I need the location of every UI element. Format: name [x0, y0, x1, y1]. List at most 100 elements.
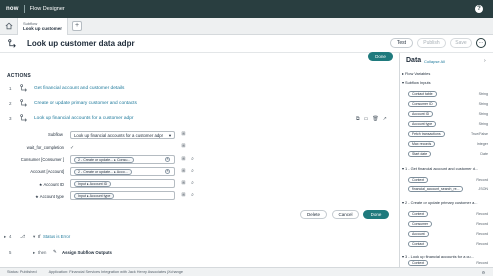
then-keyword: then — [38, 250, 47, 255]
done-button[interactable]: Done — [363, 210, 389, 219]
data-pill[interactable]: Account — [408, 231, 429, 237]
search-icon[interactable]: ⌕ — [189, 180, 196, 187]
action-toolbar: ⧉ ▭ 🗑 ↗ — [356, 116, 387, 122]
application-scope: Application: Financial Services Integrat… — [48, 270, 183, 274]
collapse-icon[interactable]: ▸ — [33, 250, 35, 256]
subflow-icon — [20, 99, 27, 107]
subflow-select-value: Look up financial accounts for a custome… — [74, 133, 164, 138]
search-icon[interactable]: ⌕ — [189, 168, 196, 175]
account-type-field[interactable]: Input ▸ Account type — [70, 191, 175, 200]
more-options-button[interactable]: ... — [476, 38, 486, 48]
step-2-section[interactable]: ▾ 2 - Create or update primary customer … — [402, 200, 477, 205]
data-pill[interactable]: Consumer — [408, 221, 433, 227]
subflow-inputs-section[interactable]: ▾ Subflow Inputs — [402, 80, 431, 85]
comment-icon[interactable]: ▭ — [364, 116, 369, 122]
if-condition-link[interactable]: Status is Error — [43, 234, 70, 239]
open-icon[interactable]: ↗ — [383, 116, 387, 122]
collapse-all-link[interactable]: Collapse All — [424, 59, 445, 64]
remove-pill-icon[interactable]: × — [165, 157, 170, 162]
subflow-icon — [20, 114, 27, 122]
expand-icon[interactable]: ▾ — [33, 234, 35, 240]
action-link[interactable]: Create or update primary customer and co… — [34, 101, 137, 106]
add-tab-button[interactable]: + — [72, 21, 82, 31]
publish-button[interactable]: Publish — [417, 38, 446, 48]
search-icon[interactable]: ⌕ — [189, 156, 196, 163]
checkmark-icon[interactable]: ✓ — [70, 145, 74, 151]
status-bar: Status: Published Application: Financial… — [0, 267, 493, 276]
data-type: String — [478, 102, 488, 106]
top-bar: now Flow Designer ? — [0, 0, 493, 18]
data-pill[interactable]: Context — [408, 177, 429, 183]
data-pill[interactable]: Context — [408, 211, 429, 217]
page-title: Look up customer data adpr — [27, 39, 135, 48]
flow-logic-row[interactable]: ▸ 4 ⎇ ▾ If Status is Error — [0, 233, 398, 243]
step-1-section[interactable]: ▾ 1 - Get financial account and customer… — [402, 166, 478, 171]
data-pill-picker-icon[interactable]: ⊞ — [180, 180, 187, 187]
copy-icon[interactable]: ⧉ — [356, 116, 360, 122]
tab-subflow[interactable]: Subflow Look up customer d... — [18, 17, 68, 35]
chevron-down-icon: ▾ — [168, 133, 171, 138]
remove-pill-icon[interactable]: × — [165, 169, 170, 174]
data-pill-picker-icon[interactable]: ⊞ — [180, 143, 187, 150]
publish-status: Status: Published — [7, 270, 37, 274]
consumer-label: Consumer [Consumer ] — [20, 157, 64, 162]
data-pill[interactable]: financial_account_search_re... — [408, 186, 464, 192]
help-icon[interactable]: ? — [475, 5, 483, 13]
data-pill[interactable]: Contact — [408, 241, 429, 247]
flow-variables-section[interactable]: ▸ Flow Variables — [402, 71, 430, 76]
assign-outputs-label[interactable]: Assign Subflow Outputs — [62, 250, 112, 255]
data-pill[interactable]: Account ID — [408, 111, 434, 117]
action-number: 1 — [9, 85, 12, 91]
done-top-button[interactable]: Done — [368, 52, 393, 61]
action-row-1[interactable]: 1 Get financial account and customer det… — [0, 82, 398, 94]
data-pill-picker-icon[interactable]: ⊞ — [180, 156, 187, 163]
data-type: Integer — [476, 142, 488, 146]
data-pill-picker-icon[interactable]: ⊞ — [180, 168, 187, 175]
subflow-icon — [8, 39, 16, 48]
chevron-right-icon[interactable]: › — [484, 58, 486, 64]
servicenow-logo[interactable]: now — [6, 6, 19, 12]
account-id-field[interactable]: Input ▸ Account ID — [70, 179, 175, 188]
action-link[interactable]: Look up financial accounts for a custome… — [34, 116, 133, 121]
data-pill[interactable]: Input ▸ Account type — [74, 193, 115, 199]
data-panel-title: Data — [406, 57, 422, 64]
action-number: 2 — [9, 100, 12, 106]
data-type: String — [478, 92, 488, 96]
data-pill[interactable]: Consumer ID — [408, 101, 437, 107]
delete-icon[interactable]: 🗑 — [372, 116, 378, 122]
data-type: JSON — [478, 187, 488, 191]
if-keyword: If — [38, 234, 41, 239]
subflow-select[interactable]: Look up financial accounts for a custome… — [70, 131, 175, 139]
data-pill[interactable]: Contact table — [408, 91, 437, 97]
action-row-3[interactable]: 3 Look up financial accounts for a custo… — [0, 112, 398, 124]
action-row-5[interactable]: 5 ▸ then ✎ Assign Subflow Outputs — [0, 249, 398, 259]
subflow-icon — [20, 84, 27, 92]
action-number: 5 — [9, 250, 12, 255]
action-row-2[interactable]: 2 Create or update primary customer and … — [0, 97, 398, 109]
data-pill[interactable]: Max records — [408, 141, 436, 147]
action-number: 3 — [9, 115, 12, 121]
save-button[interactable]: Save — [450, 38, 472, 48]
data-pill[interactable]: 2 - Create or update... ▸ Consu... — [74, 157, 135, 163]
account-field[interactable]: 2 - Create or update... ▸ Acco... × — [70, 167, 175, 176]
step-3-section[interactable]: ▾ 3 - Look up financial accounts for a c… — [402, 254, 474, 259]
data-pill[interactable]: Fetch transactions — [408, 131, 445, 137]
test-button[interactable]: Test — [390, 38, 413, 48]
data-pill-picker-icon[interactable]: ⊞ — [180, 131, 187, 138]
settings-icon[interactable]: ⚙ — [482, 270, 485, 275]
consumer-field[interactable]: 2 - Create or update... ▸ Consu... × — [70, 155, 175, 164]
data-pill[interactable]: Context — [408, 260, 429, 266]
data-pill-picker-icon[interactable]: ⊞ — [180, 192, 187, 199]
home-tab[interactable] — [0, 17, 18, 35]
home-icon — [5, 22, 12, 30]
delete-button[interactable]: Delete — [300, 210, 327, 219]
action-link[interactable]: Get financial account and customer detai… — [34, 86, 124, 91]
search-icon[interactable]: ⌕ — [189, 192, 196, 199]
data-type: Record — [476, 178, 488, 182]
data-pill[interactable]: 2 - Create or update... ▸ Acco... — [74, 169, 132, 175]
data-pill[interactable]: Account type — [408, 121, 437, 127]
data-pill[interactable]: Start date — [408, 151, 432, 157]
collapse-icon[interactable]: ▸ — [4, 234, 6, 240]
cancel-button[interactable]: Cancel — [332, 210, 359, 219]
data-pill[interactable]: Input ▸ Account ID — [74, 181, 112, 187]
